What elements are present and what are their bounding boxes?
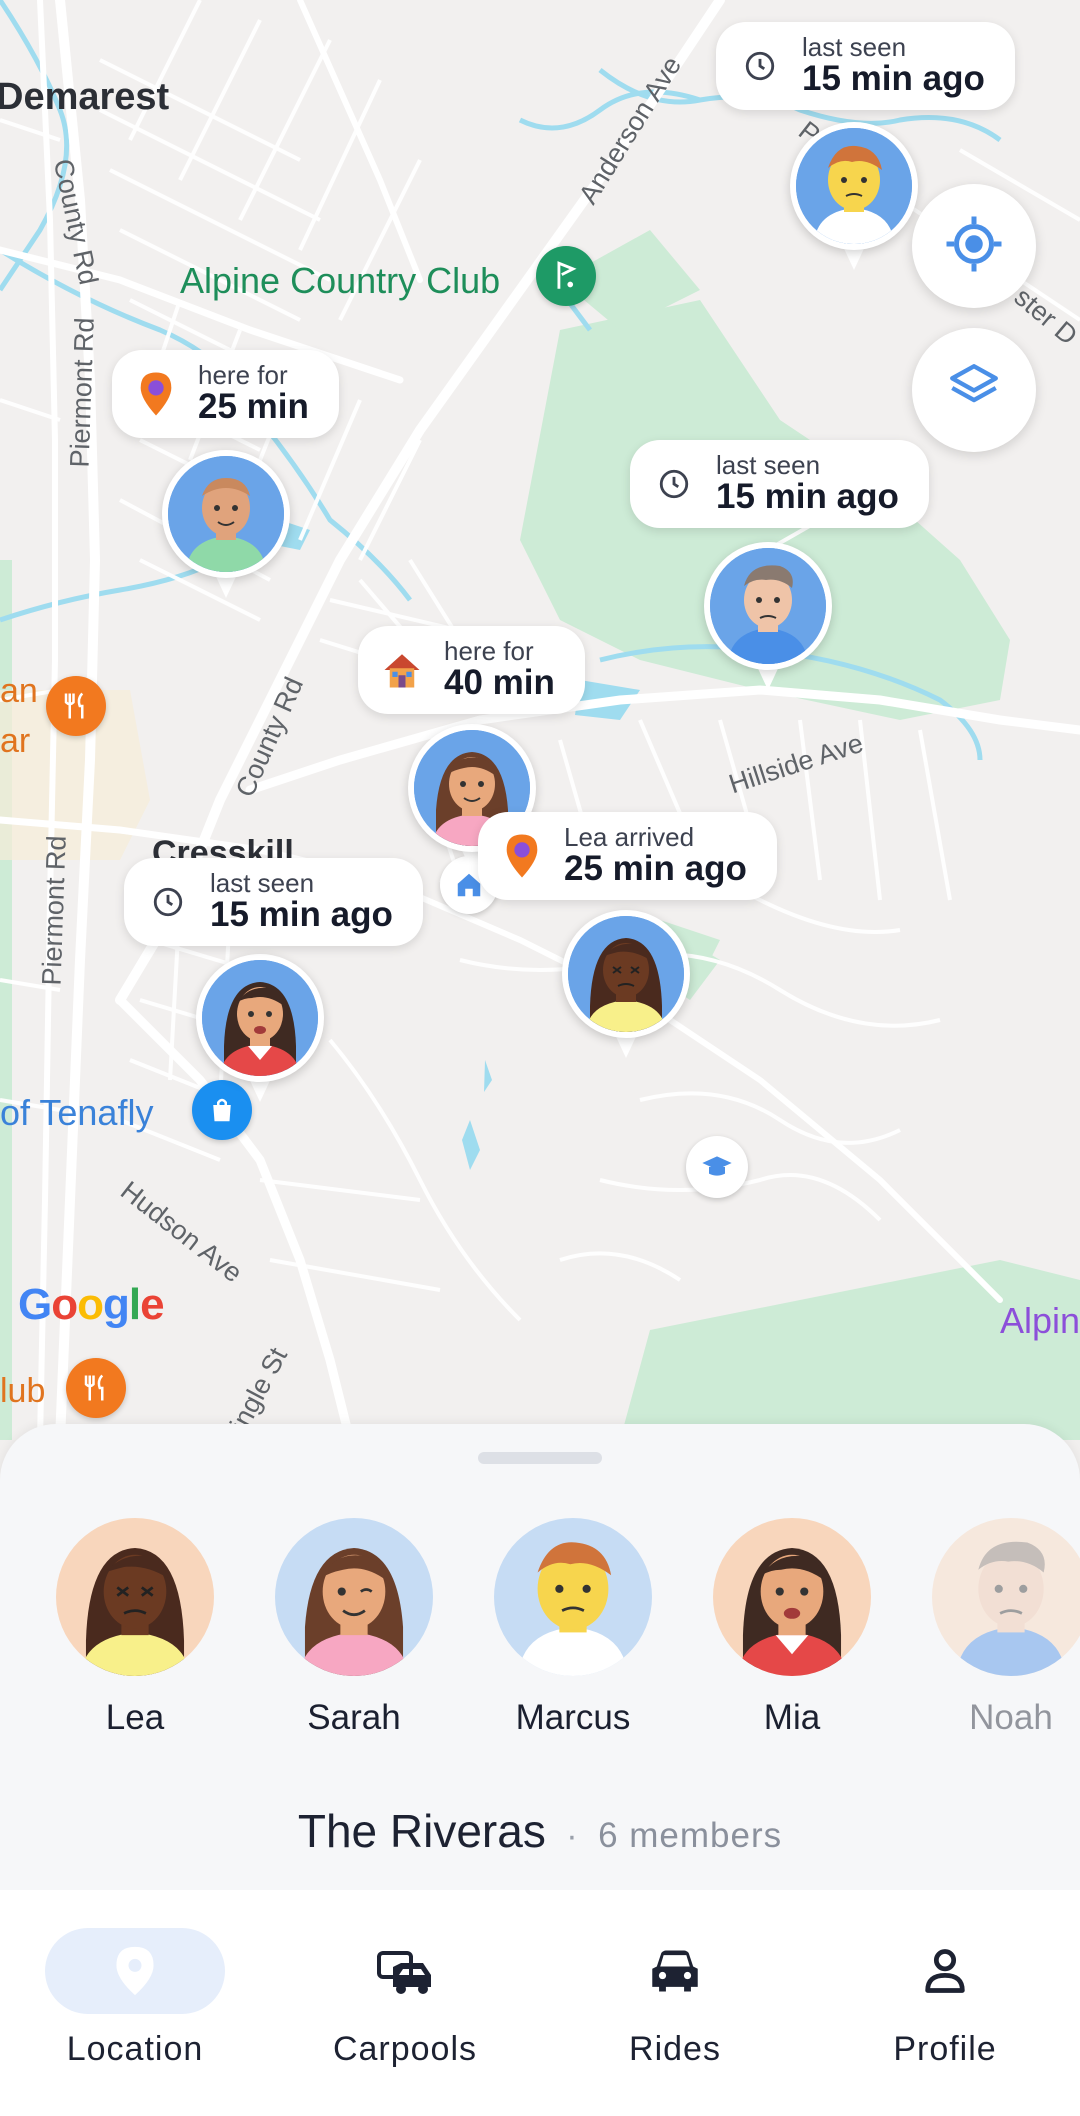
status-bubble-marcus[interactable]: last seen 15 min ago	[716, 22, 1015, 110]
member-lea[interactable]: Lea	[55, 1518, 215, 1738]
status-value: 40 min	[444, 663, 555, 703]
avatar	[932, 1518, 1080, 1676]
person-icon	[855, 1928, 1035, 2014]
place-label-ar: ar	[0, 722, 31, 760]
tab-carpools[interactable]: Carpools	[270, 1928, 540, 2069]
clock-icon	[738, 44, 782, 88]
member-marcus[interactable]: Marcus	[493, 1518, 653, 1738]
member-mia[interactable]: Mia	[712, 1518, 872, 1738]
tab-label: Location	[66, 2030, 204, 2068]
road-label-piermont-bottom: Piermont Rd	[36, 834, 72, 987]
member-pin-lea[interactable]	[562, 910, 690, 1060]
place-label-alpine: Alpin	[1000, 1300, 1080, 1341]
crosshair-icon	[944, 214, 1004, 279]
avatar	[796, 128, 912, 244]
status-value: 25 min	[198, 387, 309, 427]
tab-profile[interactable]: Profile	[810, 1928, 1080, 2069]
status-label: last seen	[716, 449, 821, 480]
member-pin-marcus[interactable]	[790, 122, 918, 272]
family-bottom-sheet[interactable]: Lea Sarah Marcus Mia Noah The Riveras · …	[0, 1424, 1080, 1890]
avatar	[710, 548, 826, 664]
tab-location[interactable]: Location	[0, 1928, 270, 2069]
bottom-tab-bar: Location Carpools Rides Profile	[0, 1890, 1080, 2116]
location-pin-icon	[45, 1928, 225, 2014]
place-label-demarest: Demarest	[0, 76, 170, 118]
status-bubble-sarah[interactable]: here for 40 min	[358, 626, 585, 714]
member-pin-noah[interactable]	[704, 542, 832, 692]
status-label: last seen	[210, 867, 315, 898]
avatar	[202, 960, 318, 1076]
place-label-alpine-country-club[interactable]: Alpine Country Club	[180, 260, 500, 302]
status-value: 15 min ago	[716, 477, 899, 517]
tab-label: Rides	[629, 2030, 721, 2068]
place-label-club: lub	[0, 1372, 46, 1410]
location-pin-icon	[134, 372, 178, 416]
golf-poi-icon[interactable]	[536, 246, 596, 306]
tab-label: Carpools	[332, 2030, 478, 2068]
location-pin-icon	[500, 834, 544, 878]
status-value: 25 min ago	[564, 849, 747, 889]
restaurant-poi-icon[interactable]	[46, 676, 106, 736]
place-label-tenafly[interactable]: of Tenafly	[0, 1092, 153, 1134]
avatar	[713, 1518, 871, 1676]
status-label: here for	[198, 359, 288, 390]
avatar	[56, 1518, 214, 1676]
avatar	[494, 1518, 652, 1676]
carpool-icon	[315, 1928, 495, 2014]
map-layers-button[interactable]	[912, 328, 1036, 452]
member-count: 6 members	[598, 1816, 783, 1855]
place-label-an: an	[0, 672, 38, 710]
member-name: Mia	[763, 1698, 821, 1737]
layers-icon	[945, 359, 1003, 422]
status-value: 15 min ago	[802, 59, 985, 99]
group-summary[interactable]: The Riveras · 6 members	[0, 1804, 1080, 1858]
status-bubble-member-4[interactable]: here for 25 min	[112, 350, 339, 438]
restaurant-poi-icon-2[interactable]	[66, 1358, 126, 1418]
group-name: The Riveras	[297, 1805, 546, 1857]
member-name: Sarah	[307, 1698, 401, 1737]
clock-icon	[652, 462, 696, 506]
status-bubble-lea[interactable]: Lea arrived 25 min ago	[478, 812, 777, 900]
member-noah[interactable]: Noah	[931, 1518, 1080, 1738]
member-pin-4[interactable]	[162, 450, 290, 600]
group-separator: ·	[566, 1817, 578, 1855]
status-bubble-noah[interactable]: last seen 15 min ago	[630, 440, 929, 528]
status-label: Lea arrived	[564, 821, 695, 852]
avatar	[168, 456, 284, 572]
tab-label: Profile	[893, 2030, 997, 2068]
google-logo: Google	[18, 1280, 165, 1329]
member-name: Noah	[969, 1698, 1053, 1737]
member-name: Lea	[105, 1698, 165, 1737]
tab-rides[interactable]: Rides	[540, 1928, 810, 2069]
member-sarah[interactable]: Sarah	[274, 1518, 434, 1738]
status-label: last seen	[802, 31, 907, 62]
road-label-piermont-top: Piermont Rd	[64, 316, 100, 469]
avatar	[568, 916, 684, 1032]
clock-icon	[146, 880, 190, 924]
status-bubble-mia[interactable]: last seen 15 min ago	[124, 858, 423, 946]
map-view[interactable]: Demarest Alpine Country Club Cresskill o…	[0, 0, 1080, 1440]
member-pin-mia[interactable]	[196, 954, 324, 1104]
avatar	[275, 1518, 433, 1676]
status-value: 15 min ago	[210, 895, 393, 935]
recenter-button[interactable]	[912, 184, 1036, 308]
status-label: here for	[444, 635, 534, 666]
car-icon	[585, 1928, 765, 2014]
house-icon	[380, 648, 424, 692]
school-marker-icon[interactable]	[686, 1136, 748, 1198]
sheet-drag-handle[interactable]	[478, 1452, 602, 1464]
member-name: Marcus	[515, 1698, 631, 1737]
